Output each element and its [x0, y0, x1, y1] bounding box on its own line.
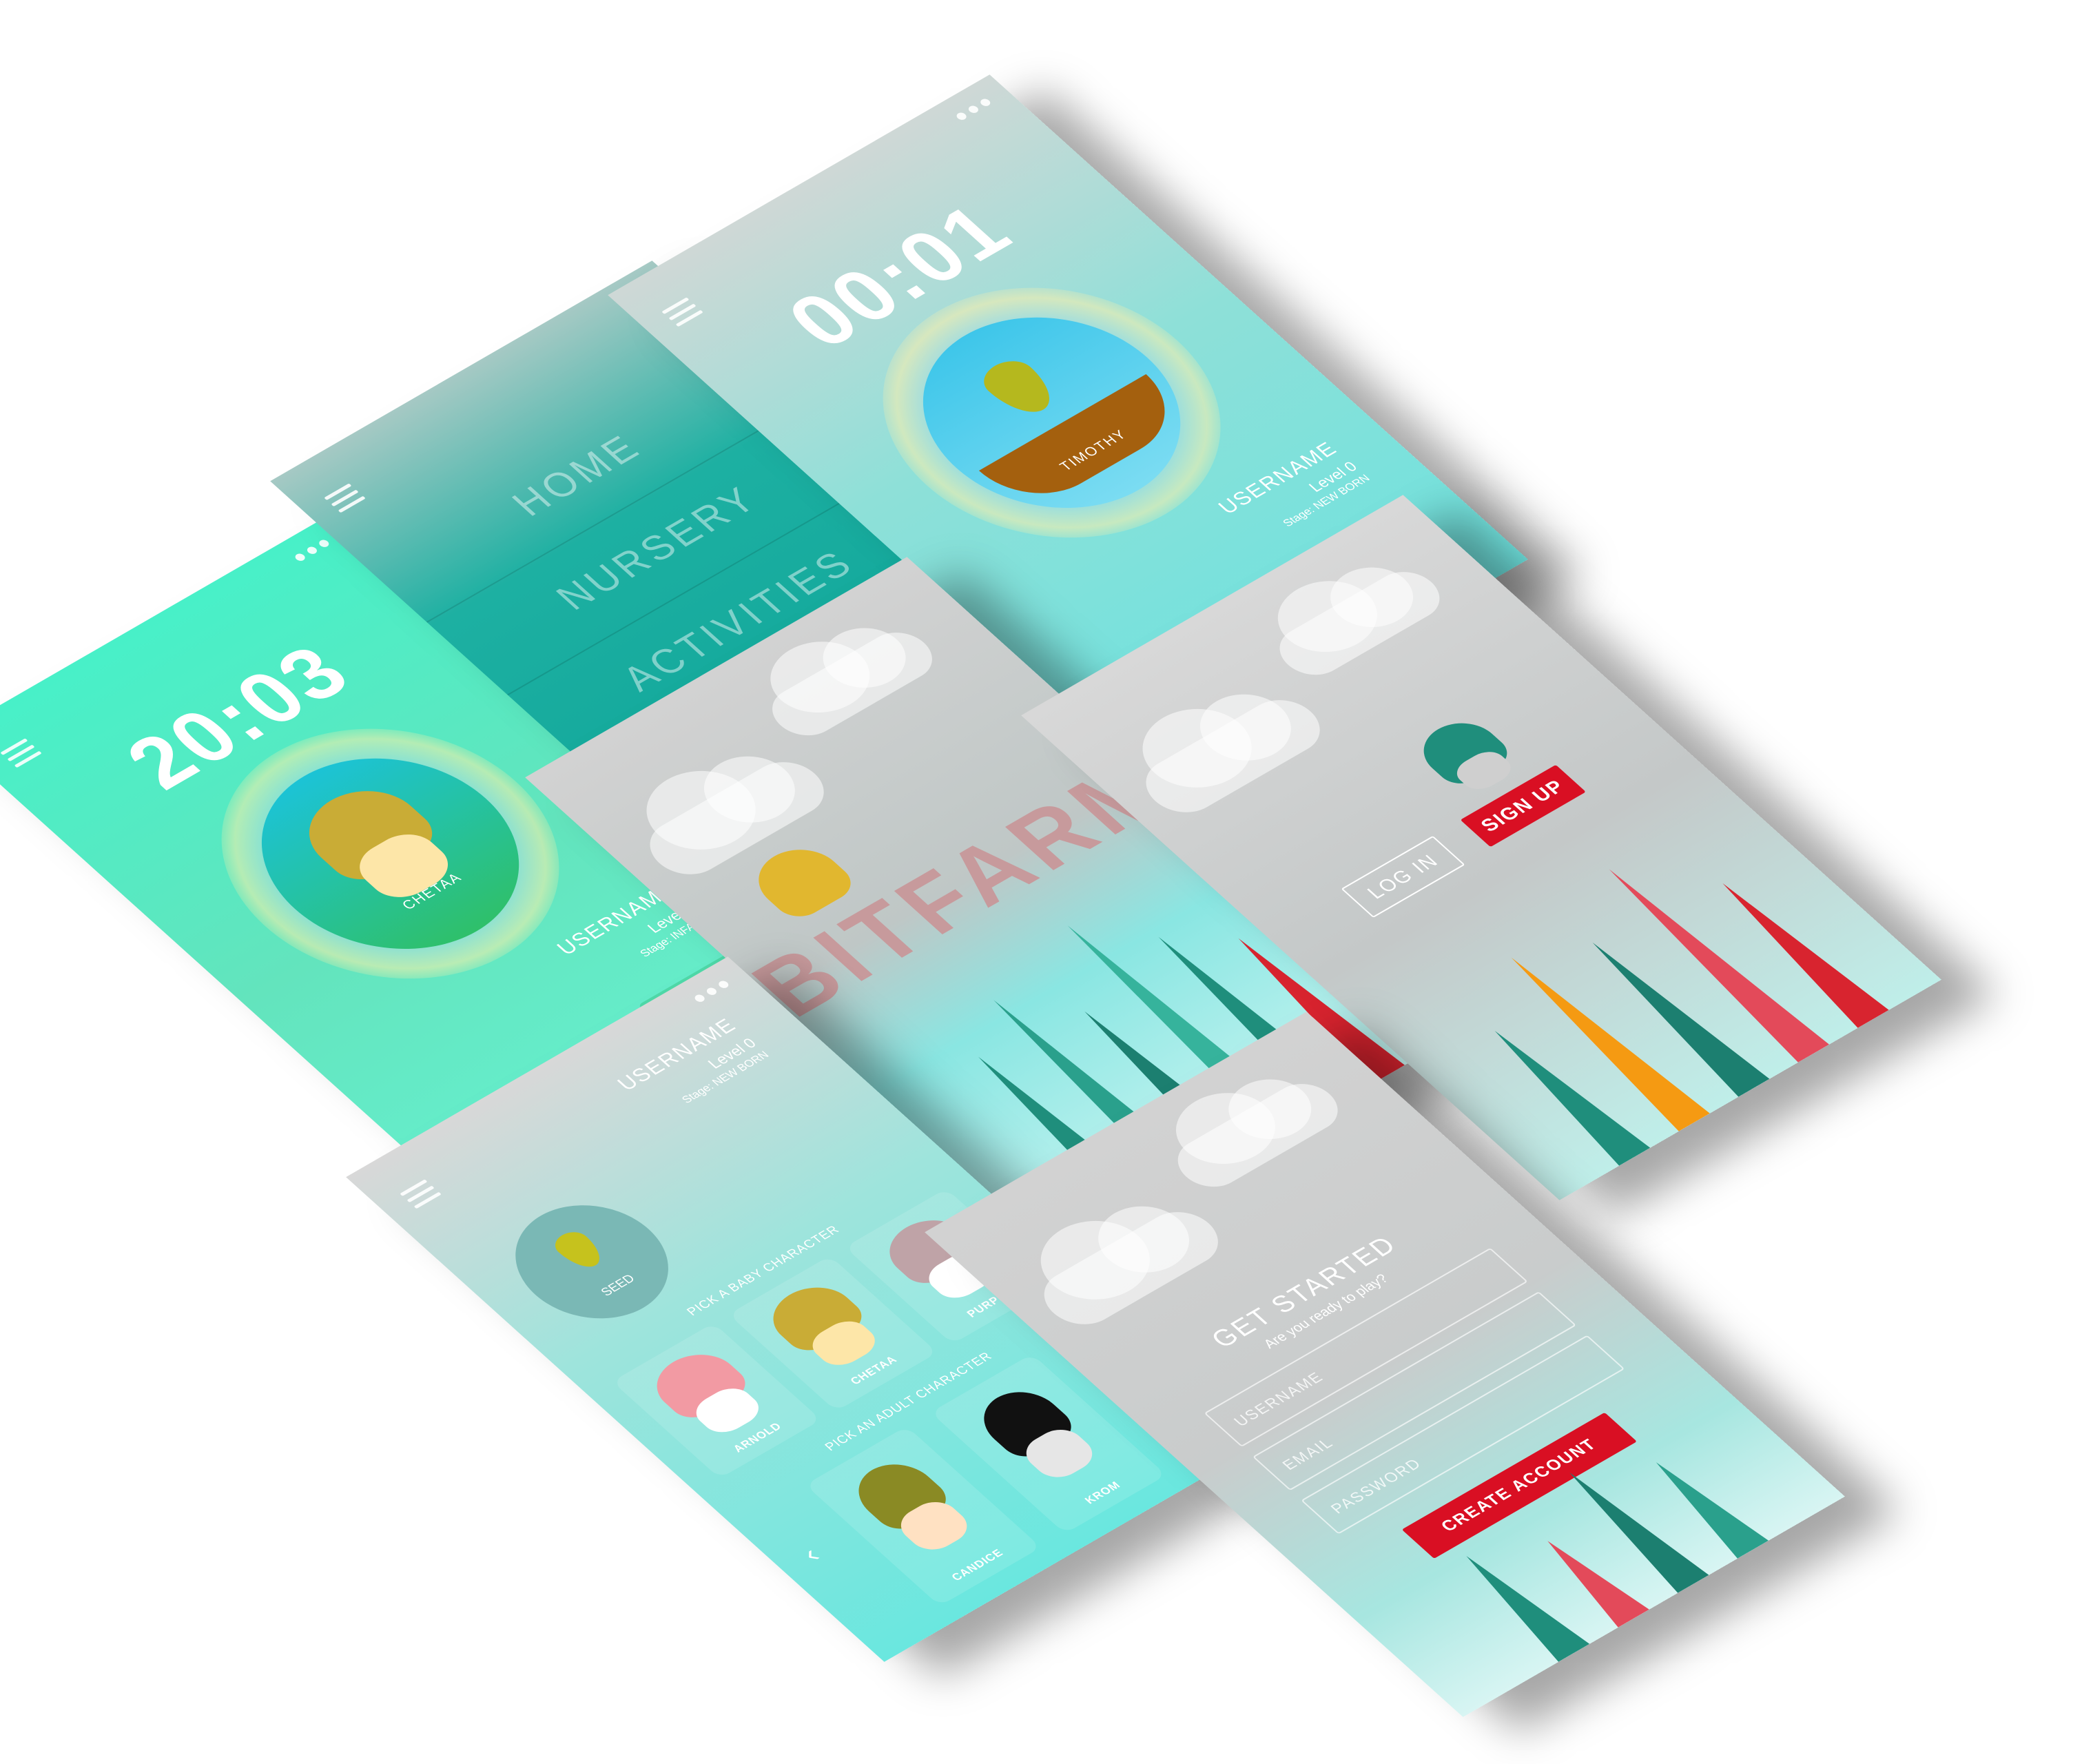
hamburger-icon[interactable]: [324, 483, 366, 513]
more-dots-icon[interactable]: [954, 97, 993, 121]
hamburger-icon[interactable]: [400, 1179, 442, 1209]
log-in-button[interactable]: LOG IN: [1341, 835, 1465, 919]
cloud: [1164, 1074, 1351, 1196]
cloud: [1266, 562, 1453, 684]
seed-drop-icon: [548, 1227, 610, 1273]
more-dots-icon[interactable]: [293, 538, 331, 562]
cloud: [1131, 689, 1335, 823]
hamburger-icon[interactable]: [0, 738, 42, 768]
user-info: USERNAME Level 0 Stage: NEW BORN: [612, 1014, 772, 1122]
grass-blade: [1576, 933, 1770, 1097]
cloud: [759, 623, 946, 745]
more-dots-icon[interactable]: [692, 979, 731, 1003]
hamburger-icon[interactable]: [661, 297, 703, 327]
cloud: [1029, 1201, 1233, 1335]
chevron-left-icon[interactable]: ‹: [795, 1541, 827, 1568]
seed-drop-icon: [973, 353, 1064, 422]
